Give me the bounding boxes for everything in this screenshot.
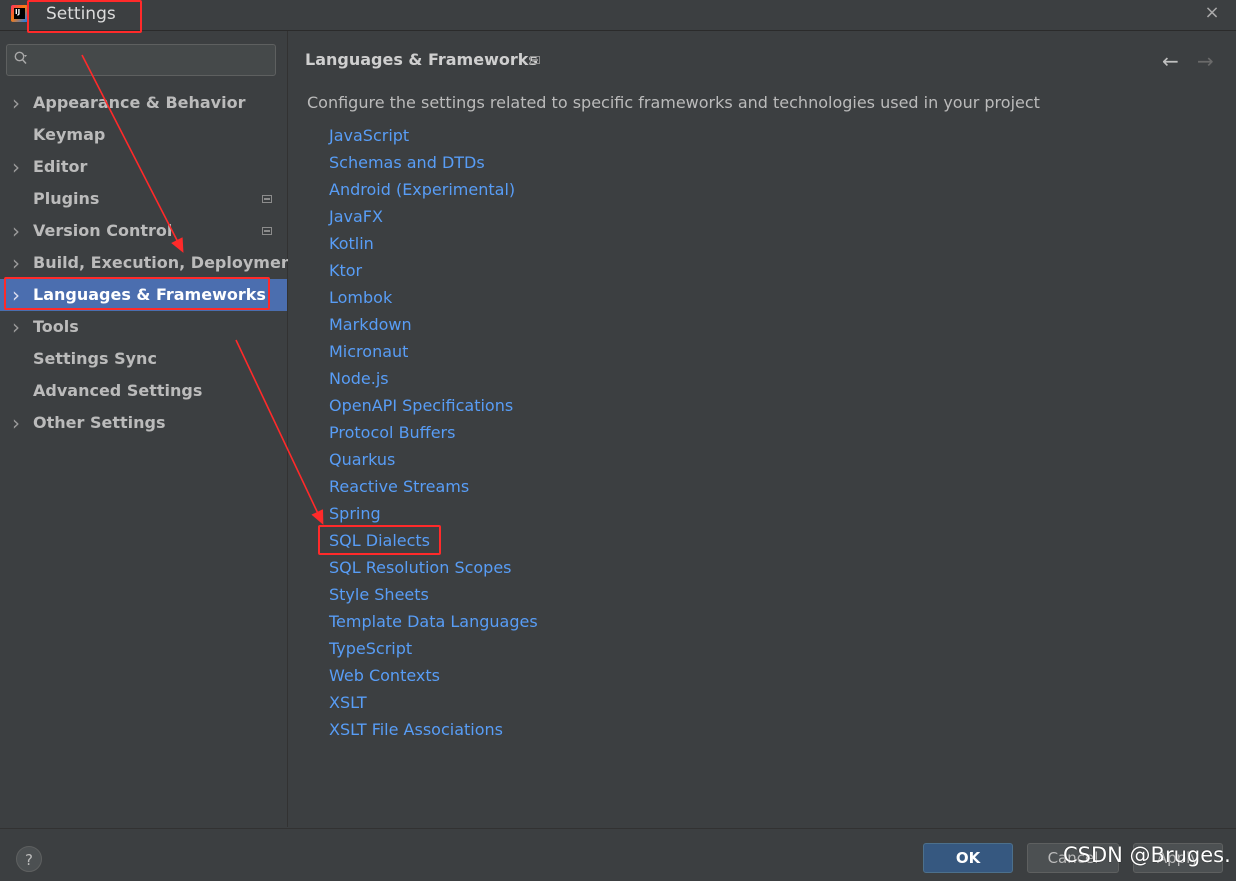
annotation-arrow-to-sql <box>235 339 324 525</box>
annotation-arrows <box>81 54 324 525</box>
annotation-arrow-to-build <box>81 54 184 253</box>
app-icon-text: IJ <box>15 8 21 16</box>
